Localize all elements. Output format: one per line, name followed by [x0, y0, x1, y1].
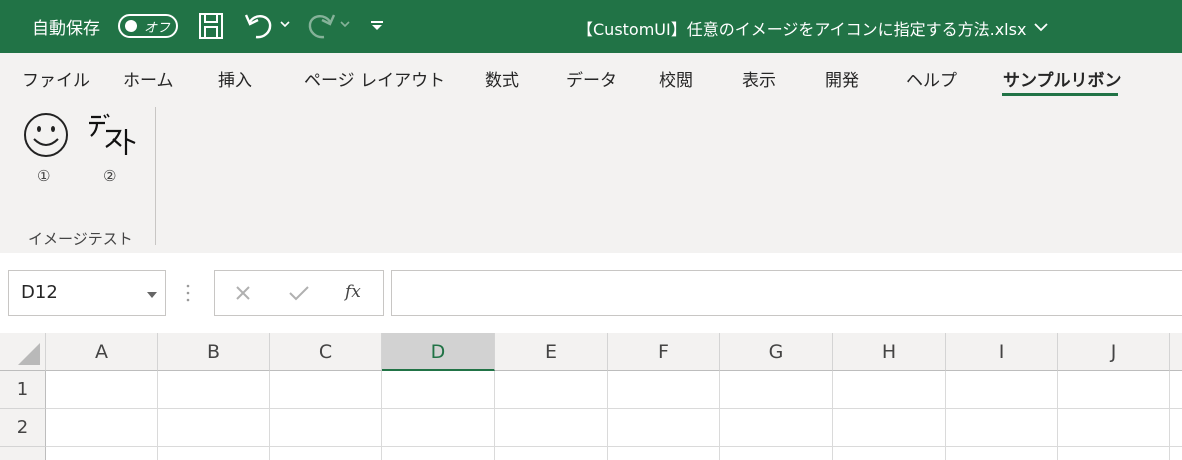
- cell-d2[interactable]: [382, 409, 495, 447]
- cell-j3[interactable]: [1058, 447, 1170, 460]
- cell-i1[interactable]: [946, 371, 1058, 409]
- column-header-g[interactable]: G: [720, 333, 833, 371]
- cell-f3[interactable]: [608, 447, 720, 460]
- column-header-f[interactable]: F: [608, 333, 720, 371]
- cell-i3[interactable]: [946, 447, 1058, 460]
- cancel-icon[interactable]: [233, 283, 253, 303]
- cell-i2[interactable]: [946, 409, 1058, 447]
- tab-insert[interactable]: 挿入: [218, 66, 252, 91]
- cell-g3[interactable]: [720, 447, 833, 460]
- cell-d3[interactable]: [382, 447, 495, 460]
- name-box-dropdown-icon[interactable]: [146, 291, 158, 299]
- column-header-i[interactable]: I: [946, 333, 1058, 371]
- cell-b1[interactable]: [158, 371, 270, 409]
- document-title[interactable]: 【CustomUI】任意のイメージをアイコンに指定する方法.xlsx: [577, 16, 1026, 40]
- formula-bar-area: D12 fx: [0, 253, 1182, 333]
- name-box[interactable]: D12: [8, 270, 166, 316]
- title-bar: 自動保存 オフ 【CustomUI】任意のイメージをアイコンに指定する方法.xl…: [0, 0, 1182, 53]
- enter-check-icon[interactable]: [287, 283, 311, 303]
- cell-j2[interactable]: [1058, 409, 1170, 447]
- cell-a1[interactable]: [46, 371, 158, 409]
- smiley-icon[interactable]: [22, 111, 70, 159]
- cell-b2[interactable]: [158, 409, 270, 447]
- tab-sample-ribbon[interactable]: サンプルリボン: [1003, 66, 1122, 91]
- autosave-toggle[interactable]: オフ: [118, 14, 178, 38]
- cell-j1[interactable]: [1058, 371, 1170, 409]
- column-header-d[interactable]: D: [382, 333, 495, 371]
- cell-e3[interactable]: [495, 447, 608, 460]
- cell-h2[interactable]: [833, 409, 946, 447]
- formula-input[interactable]: [391, 270, 1182, 316]
- insert-function-button[interactable]: fx: [345, 282, 361, 302]
- tab-view[interactable]: 表示: [742, 66, 776, 91]
- cell-g2[interactable]: [720, 409, 833, 447]
- group-label: イメージテスト: [28, 230, 133, 248]
- undo-dropdown-icon[interactable]: [280, 20, 290, 28]
- splitter-handle-icon[interactable]: [185, 283, 191, 303]
- column-header-partial[interactable]: [1170, 333, 1182, 371]
- cell-k1[interactable]: [1170, 371, 1182, 409]
- customize-qat-icon[interactable]: [370, 20, 384, 32]
- cell-h3[interactable]: [833, 447, 946, 460]
- column-header-b[interactable]: B: [158, 333, 270, 371]
- column-header-c[interactable]: C: [270, 333, 382, 371]
- cell-h1[interactable]: [833, 371, 946, 409]
- column-header-a[interactable]: A: [46, 333, 158, 371]
- cell-f2[interactable]: [608, 409, 720, 447]
- undo-icon[interactable]: [244, 12, 274, 40]
- tab-formulas[interactable]: 数式: [485, 66, 519, 91]
- toggle-knob: [125, 20, 137, 32]
- column-header-e[interactable]: E: [495, 333, 608, 371]
- tab-home[interactable]: ホーム: [123, 66, 174, 91]
- cell-c1[interactable]: [270, 371, 382, 409]
- column-header-h[interactable]: H: [833, 333, 946, 371]
- ribbon: ファイル ホーム 挿入 ページ レイアウト 数式 データ 校閲 表示 開発 ヘル…: [0, 53, 1182, 253]
- name-box-value[interactable]: D12: [21, 282, 58, 303]
- cell-d1[interactable]: [382, 371, 495, 409]
- tab-page-layout[interactable]: ページ レイアウト: [304, 66, 445, 91]
- cell-c2[interactable]: [270, 409, 382, 447]
- cell-g1[interactable]: [720, 371, 833, 409]
- autosave-state: オフ: [144, 21, 171, 36]
- ribbon-tabs: ファイル ホーム 挿入 ページ レイアウト 数式 データ 校閲 表示 開発 ヘル…: [0, 53, 1182, 103]
- tab-help[interactable]: ヘルプ: [906, 66, 957, 91]
- cell-f1[interactable]: [608, 371, 720, 409]
- cell-e2[interactable]: [495, 409, 608, 447]
- autosave-label: 自動保存: [32, 19, 100, 39]
- redo-icon[interactable]: [306, 12, 336, 40]
- select-all-triangle-icon: [18, 343, 40, 365]
- cell-a3[interactable]: [46, 447, 158, 460]
- save-icon[interactable]: [198, 12, 224, 40]
- tab-file[interactable]: ファイル: [22, 66, 90, 91]
- active-tab-indicator: [1002, 93, 1118, 96]
- cell-a2[interactable]: [46, 409, 158, 447]
- group-separator: [155, 107, 156, 245]
- formula-buttons: fx: [214, 270, 384, 316]
- cell-k2[interactable]: [1170, 409, 1182, 447]
- cell-c3[interactable]: [270, 447, 382, 460]
- tab-review[interactable]: 校閲: [659, 66, 693, 91]
- text-image-icon[interactable]: [86, 111, 138, 159]
- row-header-2[interactable]: 2: [0, 409, 46, 447]
- column-header-j[interactable]: J: [1058, 333, 1170, 371]
- chevron-down-icon[interactable]: [1034, 22, 1048, 32]
- worksheet-grid: A B C D E F G H I J 1 2: [0, 333, 1182, 460]
- cell-e1[interactable]: [495, 371, 608, 409]
- select-all-button[interactable]: [0, 333, 46, 371]
- redo-dropdown-icon[interactable]: [340, 20, 350, 28]
- cell-b3[interactable]: [158, 447, 270, 460]
- button-label-1: ①: [37, 167, 51, 185]
- button-label-2: ②: [103, 167, 117, 185]
- row-header-1[interactable]: 1: [0, 371, 46, 409]
- row-header-partial[interactable]: [0, 447, 46, 460]
- tab-developer[interactable]: 開発: [825, 66, 859, 91]
- tab-data[interactable]: データ: [566, 66, 617, 91]
